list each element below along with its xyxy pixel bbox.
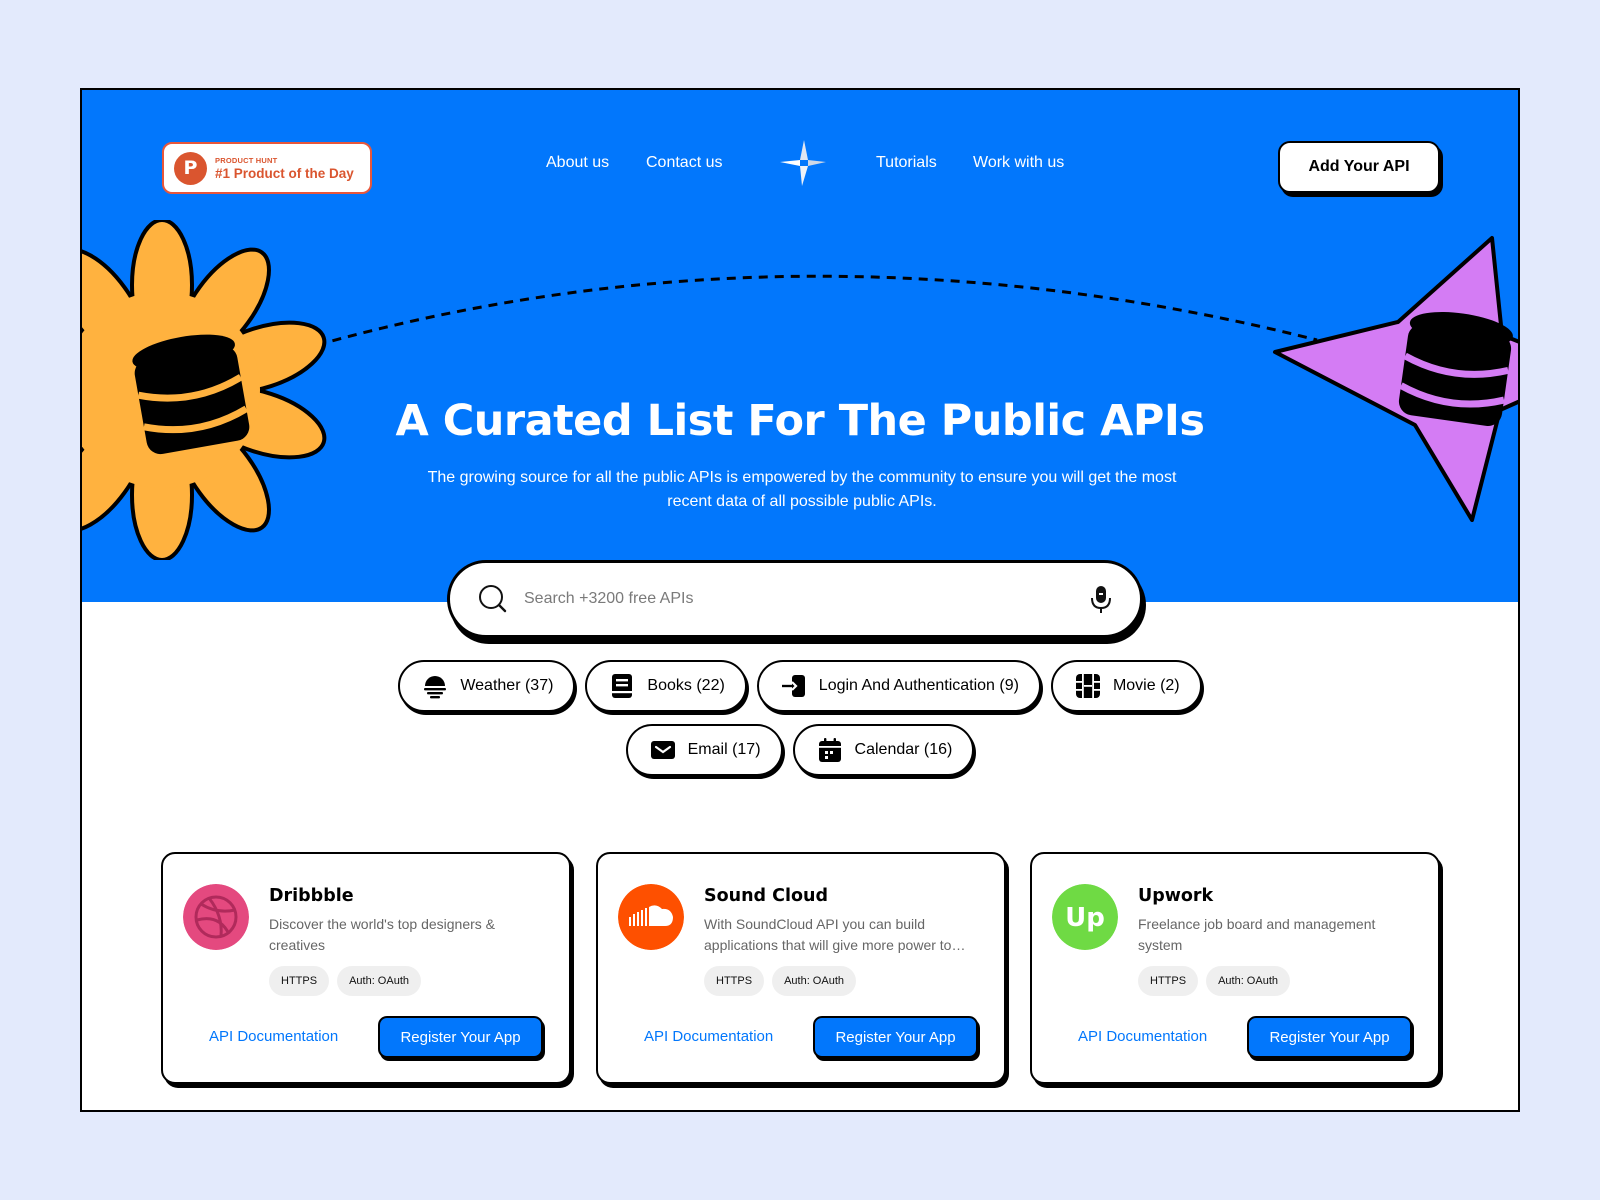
category-chip-weather[interactable]: Weather (37) <box>398 660 576 712</box>
category-chips-row: Email (17) Calendar (16) <box>82 724 1518 776</box>
dribbble-logo <box>183 884 249 950</box>
category-label: Email (17) <box>687 741 761 758</box>
hero-subtitle: The growing source for all the public AP… <box>427 469 1177 510</box>
api-name: Sound Cloud <box>704 886 829 906</box>
book-icon <box>612 674 633 698</box>
api-documentation-link[interactable]: API Documentation <box>209 1028 338 1045</box>
category-label: Books (22) <box>647 677 725 694</box>
tag-protocol: HTTPS <box>704 966 765 996</box>
category-chips-row: Weather (37) Books (22) Login And Authen… <box>82 660 1518 712</box>
email-icon <box>650 741 675 759</box>
weather-icon <box>424 676 447 699</box>
api-description: Discover the world's top designers & cre… <box>269 916 495 953</box>
search-icon <box>479 585 507 613</box>
microphone-icon[interactable] <box>1088 584 1114 614</box>
nav-tutorials[interactable]: Tutorials <box>876 154 937 172</box>
category-chip-email[interactable]: Email (17) <box>625 724 783 776</box>
api-card-dribbble: Dribbble Discover the world's top design… <box>161 852 571 1084</box>
add-your-api-button[interactable]: Add Your API <box>1278 141 1440 193</box>
tag-protocol: HTTPS <box>269 966 330 996</box>
calendar-icon <box>818 738 841 762</box>
category-chip-books[interactable]: Books (22) <box>585 660 747 712</box>
category-label: Movie (2) <box>1112 677 1180 694</box>
api-description: With SoundCloud API you can build applic… <box>704 916 966 953</box>
star-database-illustration <box>1273 236 1518 522</box>
badge-kicker: PRODUCT HUNT <box>215 155 278 165</box>
api-description: Freelance job board and management syste… <box>1138 916 1376 953</box>
api-documentation-link[interactable]: API Documentation <box>644 1028 773 1045</box>
tag-protocol: HTTPS <box>1138 966 1199 996</box>
tag-auth: Auth: OAuth <box>337 966 421 996</box>
register-app-button[interactable]: Register Your App <box>1247 1016 1412 1058</box>
hero-title: A Curated List For The Public APIs <box>395 396 1205 446</box>
svg-text:Up: Up <box>1065 903 1105 933</box>
login-icon <box>781 675 805 697</box>
register-app-button[interactable]: Register Your App <box>813 1016 978 1058</box>
category-chip-login[interactable]: Login And Authentication (9) <box>756 660 1041 712</box>
app-frame: P PRODUCT HUNT #1 Product of the Day Abo… <box>80 88 1520 1112</box>
film-icon <box>1075 674 1100 698</box>
hero-section: P PRODUCT HUNT #1 Product of the Day Abo… <box>82 90 1518 602</box>
tag-auth: Auth: OAuth <box>1206 966 1290 996</box>
nav-about-us[interactable]: About us <box>546 154 609 172</box>
upwork-logo: Up <box>1052 884 1118 950</box>
flower-database-illustration <box>82 220 327 560</box>
search-bar[interactable] <box>447 560 1143 638</box>
site-logo-icon[interactable] <box>778 138 828 188</box>
soundcloud-logo <box>618 884 684 950</box>
category-label: Weather (37) <box>460 677 554 694</box>
api-name: Upwork <box>1138 886 1214 906</box>
category-chip-movie[interactable]: Movie (2) <box>1050 660 1202 712</box>
category-chip-calendar[interactable]: Calendar (16) <box>792 724 975 776</box>
api-card-soundcloud: Sound Cloud With SoundCloud API you can … <box>596 852 1006 1084</box>
category-label: Calendar (16) <box>854 741 953 758</box>
nav-work-with-us[interactable]: Work with us <box>973 154 1064 172</box>
tag-auth: Auth: OAuth <box>772 966 856 996</box>
badge-title: #1 Product of the Day <box>215 165 354 181</box>
api-card-upwork: Up Upwork Freelance job board and manage… <box>1030 852 1440 1084</box>
product-hunt-logo: P <box>174 151 207 185</box>
api-name: Dribbble <box>269 886 354 906</box>
register-app-button[interactable]: Register Your App <box>378 1016 543 1058</box>
search-input[interactable] <box>524 590 1088 608</box>
nav-contact-us[interactable]: Contact us <box>646 154 722 172</box>
category-label: Login And Authentication (9) <box>818 677 1019 694</box>
api-documentation-link[interactable]: API Documentation <box>1078 1028 1207 1045</box>
product-hunt-badge[interactable]: P PRODUCT HUNT #1 Product of the Day <box>162 142 372 194</box>
